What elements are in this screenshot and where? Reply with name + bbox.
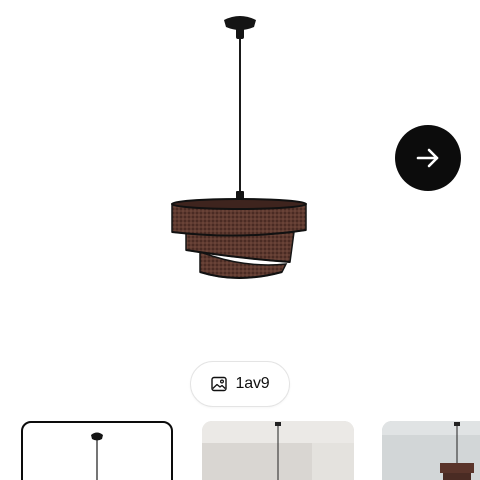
thumbnail-1[interactable] bbox=[21, 421, 173, 480]
image-counter: 1av9 bbox=[190, 361, 290, 407]
product-gallery: 1av9 bbox=[0, 0, 480, 480]
thumbnail-3-image bbox=[382, 421, 480, 480]
image-counter-text: 1av9 bbox=[235, 375, 270, 392]
thumbnail-1-image bbox=[91, 432, 103, 480]
arrow-right-icon bbox=[416, 148, 439, 168]
thumbnail-3[interactable] bbox=[382, 421, 480, 480]
thumbnail-2[interactable] bbox=[202, 421, 354, 480]
thumbnail-2-image bbox=[202, 421, 354, 480]
image-icon bbox=[210, 376, 227, 392]
next-image-button[interactable] bbox=[395, 125, 461, 191]
